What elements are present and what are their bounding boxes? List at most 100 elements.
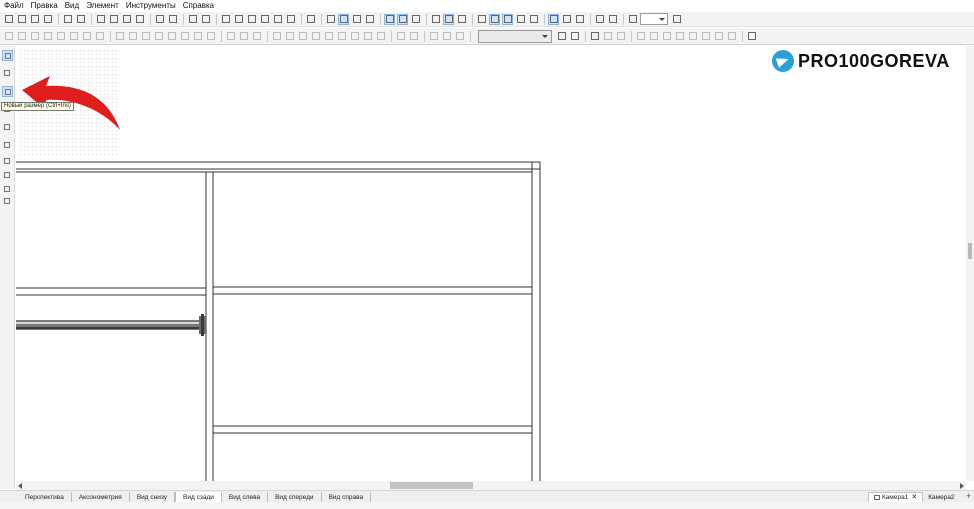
transform-g-button[interactable] (726, 31, 737, 42)
lock-a-button[interactable] (428, 31, 439, 42)
stack-e-button[interactable] (323, 31, 334, 42)
menu-item-3[interactable]: Элемент (86, 0, 119, 12)
copy-tool-button[interactable] (2, 122, 13, 133)
nav-c-button[interactable] (574, 14, 585, 25)
material-combo[interactable] (478, 29, 552, 43)
dimension-button[interactable] (489, 13, 500, 25)
sheet-button[interactable] (305, 14, 316, 25)
space-d-button[interactable] (179, 31, 190, 42)
view-a-button[interactable] (384, 13, 395, 25)
transform-d-button[interactable] (687, 31, 698, 42)
menu-item-1[interactable]: Правка (31, 0, 58, 12)
undo-button[interactable] (154, 14, 165, 25)
view-3d-button[interactable] (325, 14, 336, 25)
duplicate-button[interactable] (246, 14, 257, 25)
size-h-button[interactable] (205, 31, 216, 42)
zoom-select[interactable] (640, 13, 668, 25)
move-a-button[interactable] (225, 31, 236, 42)
report-button[interactable] (220, 14, 231, 25)
grid-button[interactable] (515, 14, 526, 25)
nav-b-button[interactable] (561, 14, 572, 25)
eye-button[interactable] (528, 14, 539, 25)
view-tab-0[interactable]: Перспектива (18, 491, 72, 503)
move-b-button[interactable] (238, 31, 249, 42)
horizontal-scroll-thumb[interactable] (390, 482, 473, 489)
view-tab-5[interactable]: Вид спереди (268, 491, 322, 503)
stack-f-button[interactable] (336, 31, 347, 42)
menu-item-4[interactable]: Инструменты (126, 0, 176, 12)
drawing-canvas[interactable] (16, 46, 966, 481)
panels-button[interactable] (430, 14, 441, 25)
transform-b-button[interactable] (661, 31, 672, 42)
view-solid-button[interactable] (351, 14, 362, 25)
view-tab-1[interactable]: Аксонометрия (72, 491, 130, 503)
bulb-button[interactable] (285, 14, 296, 25)
magnet-button[interactable] (594, 14, 605, 25)
snap-grid-button[interactable] (589, 31, 600, 42)
cut-button[interactable] (95, 14, 106, 25)
align-right-button[interactable] (29, 31, 40, 42)
open-folder-button[interactable] (16, 14, 27, 25)
element-settings-button[interactable] (200, 14, 211, 25)
align-front-button[interactable] (81, 31, 92, 42)
shelf-a-button[interactable] (2, 140, 13, 151)
shelf-d-button[interactable] (2, 184, 13, 195)
view-texture-button[interactable] (364, 14, 375, 25)
ruler-button[interactable] (502, 13, 513, 25)
save-button[interactable] (29, 14, 40, 25)
transform-c-button[interactable] (674, 31, 685, 42)
space-v-button[interactable] (166, 31, 177, 42)
stack-g-button[interactable] (349, 31, 360, 42)
shelf-c-button[interactable] (2, 170, 13, 181)
search-button[interactable] (233, 14, 244, 25)
view-frame-button[interactable] (338, 13, 349, 25)
light-button[interactable] (456, 14, 467, 25)
target-button[interactable] (607, 14, 618, 25)
move-c-button[interactable] (251, 31, 262, 42)
stack-i-button[interactable] (375, 31, 386, 42)
align-middle-button[interactable] (55, 31, 66, 42)
paint-button[interactable] (569, 31, 580, 42)
copy-move-button[interactable] (635, 31, 646, 42)
copy-button[interactable] (108, 14, 119, 25)
distribute-v-button[interactable] (127, 31, 138, 42)
view-b-button[interactable] (397, 13, 408, 25)
delete-button[interactable] (134, 14, 145, 25)
stack-c-button[interactable] (297, 31, 308, 42)
add-camera-icon[interactable]: + (966, 491, 971, 502)
zoom-in-button[interactable] (671, 14, 682, 25)
camera-tab-1[interactable]: Камера2 (923, 492, 959, 503)
save-as-button[interactable] (42, 14, 53, 25)
align-center-button[interactable] (16, 31, 27, 42)
distribute-h-button[interactable] (114, 31, 125, 42)
view-c-button[interactable] (410, 14, 421, 25)
scroll-right-icon[interactable] (960, 483, 964, 489)
zoom-tool-button[interactable] (2, 196, 13, 207)
stop-button[interactable] (746, 31, 757, 42)
shelf-b-button[interactable] (2, 156, 13, 167)
lock-c-button[interactable] (454, 31, 465, 42)
tag-button[interactable] (476, 14, 487, 25)
scroll-left-icon[interactable] (18, 483, 22, 489)
vertical-scroll-thumb[interactable] (968, 243, 972, 259)
rotate-button[interactable] (615, 31, 626, 42)
menu-item-5[interactable]: Справка (183, 0, 214, 12)
material-button[interactable] (272, 14, 283, 25)
vertical-scrollbar[interactable] (966, 46, 974, 481)
align-top-button[interactable] (42, 31, 53, 42)
lock-b-button[interactable] (441, 31, 452, 42)
move-button[interactable] (602, 31, 613, 42)
paste-button[interactable] (121, 14, 132, 25)
stack-b-button[interactable] (284, 31, 295, 42)
align-bottom-button[interactable] (68, 31, 79, 42)
mirror-button[interactable] (259, 14, 270, 25)
transform-f-button[interactable] (713, 31, 724, 42)
transform-e-button[interactable] (700, 31, 711, 42)
zoom-button[interactable] (627, 14, 638, 25)
new-file-button[interactable] (3, 14, 14, 25)
size-w-button[interactable] (192, 31, 203, 42)
horizontal-scrollbar[interactable] (16, 481, 966, 490)
stack-d-button[interactable] (310, 31, 321, 42)
camera-tab-0[interactable]: Камера1 ✕ (868, 491, 924, 503)
view-tab-3[interactable]: Вид сзади (175, 491, 222, 503)
